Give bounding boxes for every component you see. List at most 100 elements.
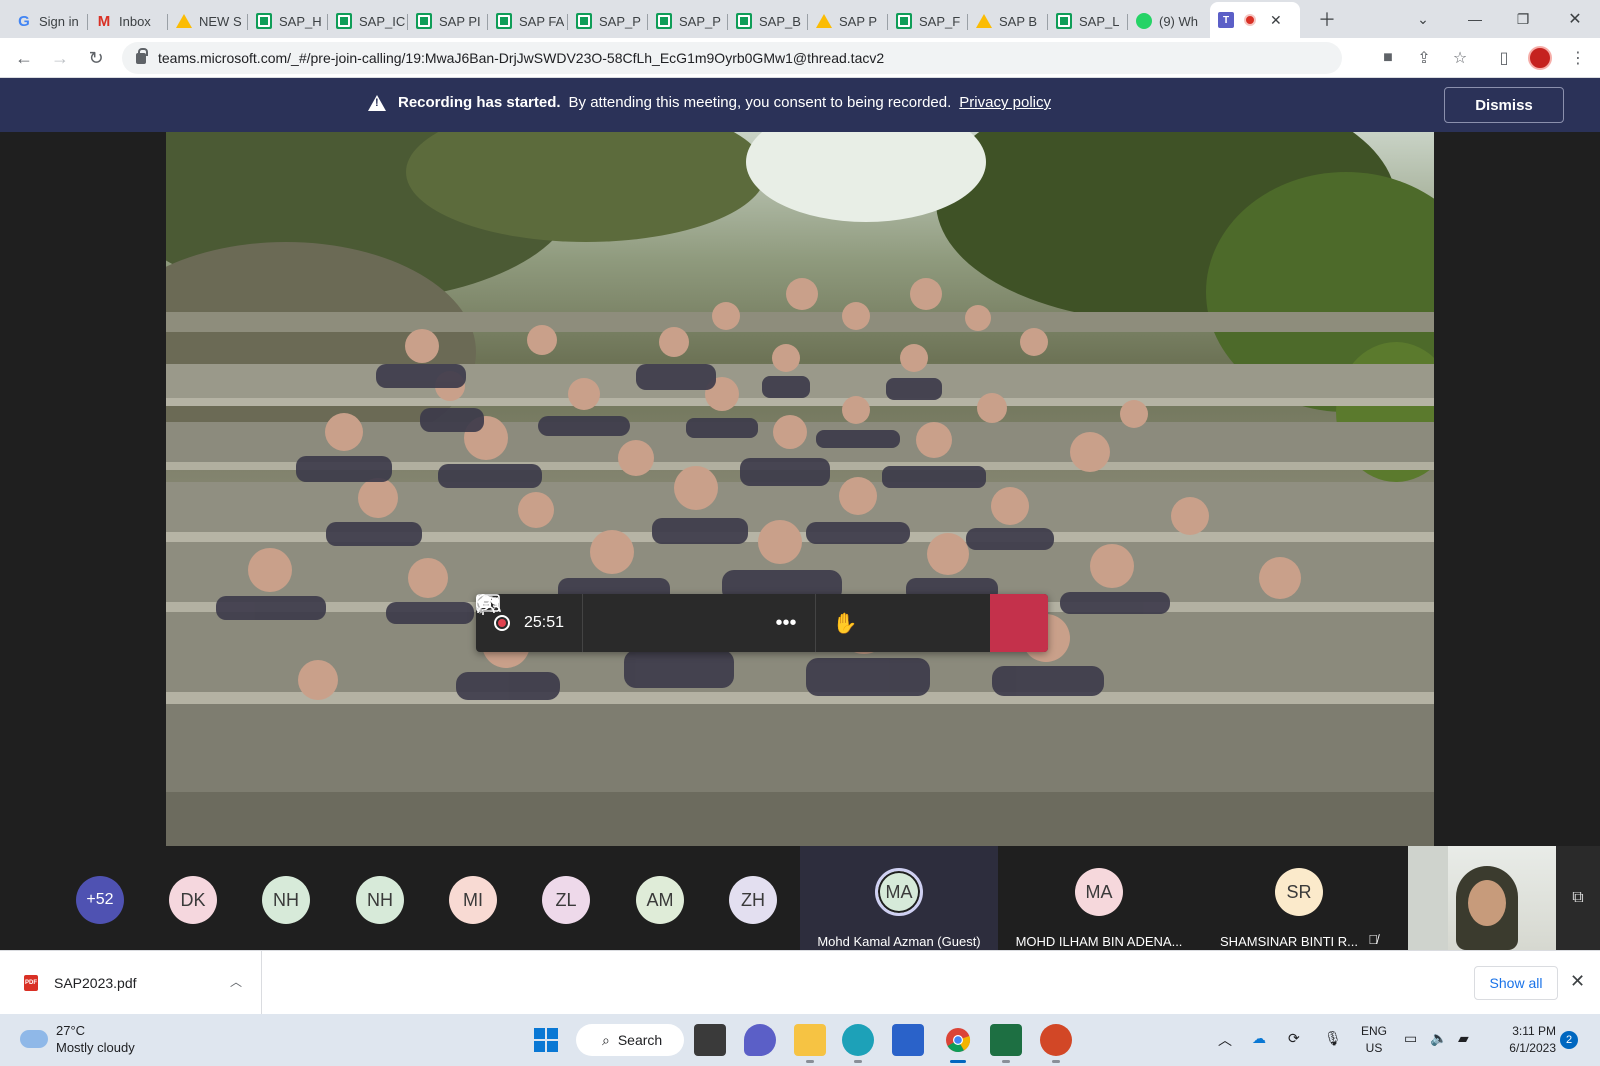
browser-tab[interactable]: SAP B (968, 6, 1048, 36)
browser-tab[interactable]: SAP PI (408, 6, 488, 36)
download-item[interactable]: PDF SAP2023.pdf (0, 951, 262, 1015)
profile-avatar[interactable] (1528, 46, 1552, 70)
participant-avatar[interactable]: ZH (729, 876, 777, 924)
tab-label: SAP_F (919, 13, 961, 29)
chat-app-icon[interactable] (744, 1024, 776, 1056)
browser-tab[interactable]: SAP_H (248, 6, 328, 36)
participant-avatar[interactable]: AM (636, 876, 684, 924)
browser-tab[interactable]: SAP_F (888, 6, 968, 36)
microsoft-store-icon[interactable] (892, 1024, 924, 1056)
notification-badge[interactable]: 2 (1560, 1031, 1578, 1049)
restore-button[interactable]: ❐ (1508, 6, 1538, 32)
participant-tile[interactable]: MA Mohd Kamal Azman (Guest) (800, 846, 998, 950)
downloads-bar: PDF SAP2023.pdf ︿ Show all ✕ (0, 950, 1600, 1015)
browser-tab[interactable]: (9) Wh (1128, 6, 1208, 36)
browser-tab[interactable]: SAP P (808, 6, 888, 36)
dismiss-button[interactable]: Dismiss (1444, 87, 1564, 123)
self-video-preview[interactable] (1408, 846, 1556, 950)
powerpoint-app-icon[interactable] (1040, 1024, 1072, 1063)
taskbar-search[interactable]: ⌕ Search (576, 1024, 684, 1056)
weather-widget[interactable]: 27°C Mostly cloudy (20, 1022, 135, 1056)
reload-icon[interactable]: ↻ (82, 44, 110, 72)
share-icon[interactable]: ⇪ (1412, 46, 1436, 70)
volume-icon[interactable]: 🔈 (1430, 1030, 1447, 1047)
browser-tab[interactable]: SAP FA (488, 6, 568, 36)
address-bar[interactable]: teams.microsoft.com/_#/pre-join-calling/… (122, 42, 1342, 74)
browser-tab-active[interactable]: T ✕ (1210, 2, 1300, 38)
close-icon[interactable]: ✕ (1570, 971, 1585, 992)
clock-date: 6/1/2023 (1509, 1041, 1556, 1055)
browser-tab[interactable]: NEW S (168, 6, 248, 36)
participant-avatar[interactable]: ZL (542, 876, 590, 924)
chrome-app-icon[interactable] (942, 1024, 974, 1063)
participants-button[interactable] (477, 594, 990, 652)
region-code: US (1365, 1041, 1383, 1055)
tab-label: SAP_P (679, 13, 721, 29)
new-tab-button[interactable]: ＋ (1312, 6, 1342, 32)
google-sheets-icon (416, 13, 432, 29)
input-language[interactable]: ENG US (1358, 1023, 1390, 1057)
more-menu-icon[interactable]: ⋮ (1566, 46, 1590, 70)
participant-avatar[interactable]: MI (449, 876, 497, 924)
close-window-button[interactable]: ✕ (1560, 6, 1590, 32)
camera-in-use-icon[interactable]: ■ (1376, 46, 1400, 70)
clock[interactable]: 3:11 PM 6/1/2023 (1494, 1023, 1556, 1057)
privacy-policy-link[interactable]: Privacy policy (959, 94, 1051, 111)
show-all-button[interactable]: Show all (1474, 966, 1558, 1000)
browser-tab[interactable]: M Inbox (88, 6, 168, 36)
browser-tab[interactable]: SAP_IC (328, 6, 408, 36)
side-panel-icon[interactable]: ▯ (1492, 46, 1516, 70)
chevron-up-icon[interactable]: ︿ (230, 973, 242, 990)
share-screen-button[interactable] (476, 594, 757, 652)
chat-button[interactable] (477, 594, 932, 652)
browser-tab[interactable]: SAP_B (728, 6, 808, 36)
participant-avatar[interactable]: NH (262, 876, 310, 924)
teams-icon: T (1218, 12, 1234, 28)
file-explorer-icon[interactable] (794, 1024, 826, 1063)
google-sheets-icon (1056, 13, 1072, 29)
chrome-icon (946, 1028, 971, 1053)
pdf-file-icon: PDF (24, 975, 38, 991)
battery-icon[interactable]: ▰ (1458, 1030, 1469, 1047)
url-text: teams.microsoft.com/_#/pre-join-calling/… (158, 50, 885, 66)
google-sheets-icon (896, 13, 912, 29)
microphone-button[interactable] (476, 594, 699, 652)
onedrive-cloud-icon[interactable]: ☁ (1252, 1030, 1266, 1047)
participant-avatar: MA (875, 868, 923, 916)
camera-button[interactable] (476, 594, 641, 652)
bookmark-star-icon[interactable]: ☆ (1448, 46, 1472, 70)
network-icon[interactable]: ▭ (1404, 1030, 1417, 1047)
browser-tab[interactable]: G Sign in (8, 6, 88, 36)
show-hidden-icons-chevron-icon[interactable]: ︿ (1218, 1030, 1232, 1050)
participant-tile[interactable]: MA MOHD ILHAM BIN ADENA... (1000, 846, 1198, 950)
expand-self-view-icon[interactable]: ⧉ (1556, 846, 1600, 950)
participant-name: SHAMSINAR BINTI R... (1220, 934, 1358, 949)
start-button[interactable] (530, 1024, 562, 1056)
browser-tab[interactable]: SAP_P (648, 6, 728, 36)
minimize-button[interactable]: — (1460, 6, 1490, 32)
forward-arrow-icon[interactable]: → (46, 44, 74, 72)
participant-avatar[interactable]: NH (356, 876, 404, 924)
browser-tab[interactable]: SAP_P (568, 6, 648, 36)
tab-search-chevron-icon[interactable]: ⌄ (1408, 6, 1438, 32)
tab-label: SAP P (839, 13, 878, 29)
participant-tile[interactable]: SR SHAMSINAR BINTI R... 🎙̸ (1200, 846, 1398, 950)
sync-icon[interactable]: ⟳ (1288, 1030, 1300, 1047)
tab-label: SAP_B (759, 13, 801, 29)
more-options-button[interactable]: ••• (757, 594, 815, 652)
raise-hand-button[interactable]: ✋ (816, 594, 874, 652)
more-participants-button[interactable]: +52 (76, 876, 124, 924)
participant-name: MOHD ILHAM BIN ADENA... (1015, 934, 1183, 949)
edge-browser-icon[interactable] (842, 1024, 874, 1063)
back-arrow-icon[interactable]: ← (10, 44, 38, 72)
task-view-icon[interactable] (694, 1024, 726, 1056)
excel-app-icon[interactable] (990, 1024, 1022, 1063)
tab-label: (9) Wh (1159, 13, 1198, 29)
browser-tab[interactable]: SAP_L (1048, 6, 1128, 36)
microphone-tray-icon[interactable]: 🎙 (1324, 1030, 1342, 1047)
participant-avatar[interactable]: DK (169, 876, 217, 924)
tab-label: SAP_H (279, 13, 322, 29)
leave-call-button[interactable] (477, 594, 1049, 652)
banner-message: By attending this meeting, you consent t… (568, 94, 952, 111)
close-tab-icon[interactable]: ✕ (1270, 12, 1282, 29)
